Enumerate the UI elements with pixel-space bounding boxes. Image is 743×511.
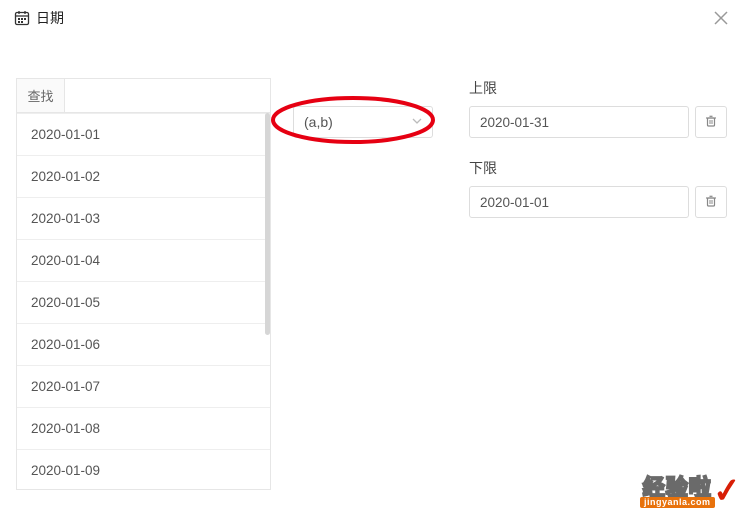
close-icon[interactable] bbox=[713, 10, 729, 29]
list-item[interactable]: 2020-01-08 bbox=[17, 407, 270, 449]
watermark-main: 经验啦 bbox=[643, 477, 712, 499]
date-list-panel: 查找 2020-01-01 2020-01-02 2020-01-03 2020… bbox=[16, 78, 271, 490]
dialog-title: 日期 bbox=[36, 8, 64, 28]
list-item[interactable]: 2020-01-05 bbox=[17, 281, 270, 323]
range-type-select[interactable]: (a,b) bbox=[293, 106, 433, 138]
list-item[interactable]: 2020-01-07 bbox=[17, 365, 270, 407]
upper-bound-input[interactable] bbox=[469, 106, 689, 138]
lower-bound-label: 下限 bbox=[469, 158, 727, 178]
watermark-logo: 经验啦 jingyanla.com ✓ bbox=[640, 477, 741, 508]
lower-bound-input[interactable] bbox=[469, 186, 689, 218]
list-item[interactable]: 2020-01-01 bbox=[17, 113, 270, 155]
dialog-content: 查找 2020-01-01 2020-01-02 2020-01-03 2020… bbox=[0, 38, 743, 490]
upper-bound-row bbox=[469, 106, 727, 138]
dialog-title-wrap: 日期 bbox=[14, 8, 64, 28]
bounds-column: 上限 下限 bbox=[469, 78, 727, 490]
list-item[interactable]: 2020-01-03 bbox=[17, 197, 270, 239]
search-row: 查找 bbox=[17, 79, 270, 113]
lower-bound-clear-button[interactable] bbox=[695, 186, 727, 218]
list-item[interactable]: 2020-01-09 bbox=[17, 449, 270, 490]
list-item[interactable]: 2020-01-04 bbox=[17, 239, 270, 281]
calendar-icon bbox=[14, 10, 30, 26]
upper-bound-clear-button[interactable] bbox=[695, 106, 727, 138]
range-column: (a,b) bbox=[285, 78, 455, 490]
dialog-header: 日期 bbox=[0, 0, 743, 38]
range-selected-value: (a,b) bbox=[304, 114, 333, 130]
watermark-text-box: 经验啦 jingyanla.com bbox=[640, 477, 715, 508]
list-item[interactable]: 2020-01-02 bbox=[17, 155, 270, 197]
upper-bound-group: 上限 bbox=[469, 78, 727, 138]
trash-icon bbox=[704, 194, 718, 211]
lower-bound-group: 下限 bbox=[469, 158, 727, 218]
list-item[interactable]: 2020-01-06 bbox=[17, 323, 270, 365]
chevron-down-icon bbox=[412, 115, 422, 129]
upper-bound-label: 上限 bbox=[469, 78, 727, 98]
search-input[interactable] bbox=[65, 79, 270, 112]
scrollbar-thumb[interactable] bbox=[265, 113, 270, 335]
trash-icon bbox=[704, 114, 718, 131]
checkmark-icon: ✓ bbox=[712, 479, 742, 505]
lower-bound-row bbox=[469, 186, 727, 218]
search-label: 查找 bbox=[17, 79, 65, 112]
watermark-sub: jingyanla.com bbox=[640, 497, 715, 508]
